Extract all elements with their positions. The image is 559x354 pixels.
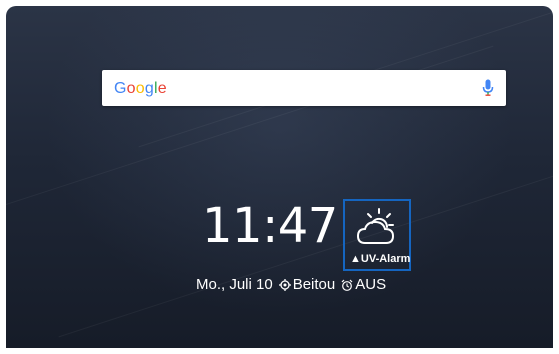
google-logo: Google [114,80,167,98]
google-logo-letter: e [157,80,167,97]
weather-widget[interactable]: ▲UV-Alarm [343,199,411,271]
google-logo-letter: o [135,80,145,97]
google-logo-letter: o [126,80,136,97]
location-icon [278,278,291,291]
warning-triangle-icon: ▲ [350,253,361,265]
home-screen: Google 11:47 ▲UV-Alarm Mo., Juli 10 Beit… [6,6,553,348]
clock-time[interactable]: 11:47 [202,202,338,250]
uv-alarm-text: UV-Alarm [360,253,411,265]
alarm-state-label[interactable]: AUS [355,276,386,293]
partly-cloudy-icon [356,208,395,244]
date-label[interactable]: Mo., Juli 10 [196,276,273,293]
uv-alarm-label: ▲UV-Alarm [350,253,410,265]
info-row: Mo., Juli 10 Beitou AUS [196,276,386,293]
mic-icon[interactable] [482,79,494,97]
google-logo-letter: G [114,80,127,97]
google-logo-letter: g [144,80,154,97]
google-search-bar[interactable]: Google [102,70,506,106]
alarm-clock-icon [341,279,353,291]
location-label[interactable]: Beitou [293,276,336,293]
